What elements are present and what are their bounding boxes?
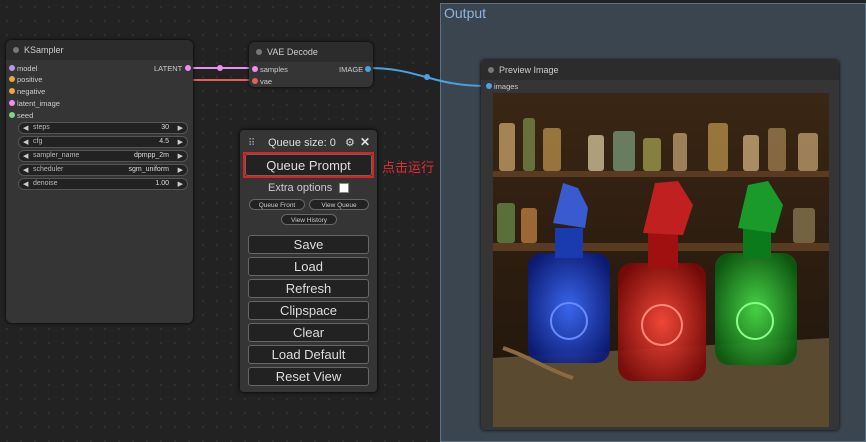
save-button[interactable]: Save — [248, 235, 369, 254]
generated-image-art — [493, 93, 829, 427]
model-slot-dot[interactable] — [9, 65, 15, 71]
gear-icon[interactable]: ⚙ — [345, 136, 355, 149]
decrement-icon[interactable]: ◀ — [23, 138, 28, 146]
widget-label: denoise — [33, 180, 58, 187]
widget-label: scheduler — [33, 166, 64, 173]
image-output-dot[interactable] — [365, 66, 371, 72]
input-model: model — [17, 64, 38, 73]
input-samples: samples — [260, 65, 288, 74]
latent-output-dot[interactable] — [185, 65, 191, 71]
load-default-button[interactable]: Load Default — [248, 345, 369, 364]
decrement-icon[interactable]: ◀ — [23, 124, 28, 132]
scheduler-widget[interactable]: ◀ scheduler sgm_uniform ▶ — [18, 164, 188, 176]
samples-slot-dot[interactable] — [252, 66, 258, 72]
reset-view-button[interactable]: Reset View — [248, 367, 369, 386]
images-slot-dot[interactable] — [486, 83, 492, 89]
decrement-icon[interactable]: ◀ — [23, 166, 28, 174]
refresh-button[interactable]: Refresh — [248, 279, 369, 298]
sampler-name-widget[interactable]: ◀ sampler_name dpmpp_2m ▶ — [18, 150, 188, 162]
run-annotation: 点击运行 — [382, 160, 435, 175]
denoise-widget[interactable]: ◀ denoise 1.00 ▶ — [18, 178, 188, 190]
seed-slot-dot[interactable] — [9, 112, 15, 118]
input-seed: seed — [17, 111, 34, 120]
preview-title: Preview Image — [481, 60, 839, 80]
increment-icon[interactable]: ▶ — [178, 138, 183, 146]
output-latent: LATENT — [154, 64, 183, 73]
widget-label: sampler_name — [33, 152, 80, 159]
input-vae: vae — [260, 77, 273, 86]
load-button[interactable]: Load — [248, 257, 369, 276]
negative-slot-dot[interactable] — [9, 88, 15, 94]
queue-front-button[interactable]: Queue Front — [249, 199, 305, 210]
widget-value: 1.00 — [155, 180, 169, 187]
steps-widget[interactable]: ◀ steps 30 ▶ — [18, 122, 188, 134]
decrement-icon[interactable]: ◀ — [23, 180, 28, 188]
cfg-widget[interactable]: ◀ cfg 4.5 ▶ — [18, 136, 188, 148]
widget-label: steps — [33, 124, 50, 131]
widget-value: sgm_uniform — [128, 166, 169, 173]
increment-icon[interactable]: ▶ — [178, 166, 183, 174]
increment-icon[interactable]: ▶ — [178, 180, 183, 188]
extra-options-checkbox[interactable] — [339, 183, 349, 193]
input-negative: negative — [17, 87, 46, 96]
queue-size: Queue size: 0 — [268, 137, 336, 149]
increment-icon[interactable]: ▶ — [178, 152, 183, 160]
output-image: IMAGE — [339, 65, 364, 74]
view-queue-button[interactable]: View Queue — [309, 199, 369, 210]
vae-slot-dot[interactable] — [252, 78, 258, 84]
extra-options-label: Extra options — [268, 182, 333, 194]
input-latent-image: latent_image — [17, 99, 60, 108]
increment-icon[interactable]: ▶ — [178, 124, 183, 132]
group-title: Output — [444, 5, 487, 21]
ksampler-node[interactable]: KSampler model positive negative latent_… — [6, 40, 193, 323]
decrement-icon[interactable]: ◀ — [23, 152, 28, 160]
input-positive: positive — [17, 75, 43, 84]
ksampler-title: KSampler — [6, 40, 193, 60]
widget-value: 30 — [161, 124, 169, 131]
view-history-button[interactable]: View History — [281, 214, 337, 225]
positive-slot-dot[interactable] — [9, 76, 15, 82]
input-images: images — [494, 82, 519, 91]
widget-label: cfg — [33, 138, 43, 145]
drag-handle-icon[interactable]: ⠿ — [248, 138, 255, 149]
vae-decode-node[interactable]: VAE Decode samples vae IMAGE — [249, 42, 373, 87]
highlight-box — [243, 152, 374, 178]
queue-menu: ⠿ Queue size: 0 ⚙ ✕ Queue Prompt Extra o… — [240, 130, 377, 392]
latent-image-slot-dot[interactable] — [9, 100, 15, 106]
clear-button[interactable]: Clear — [248, 323, 369, 342]
vae-decode-title: VAE Decode — [249, 42, 373, 62]
clipspace-button[interactable]: Clipspace — [248, 301, 369, 320]
preview-image — [493, 93, 829, 427]
widget-value: dpmpp_2m — [133, 152, 169, 159]
preview-image-node[interactable]: Preview Image images — [481, 60, 839, 430]
widget-value: 4.5 — [159, 138, 169, 145]
close-icon[interactable]: ✕ — [360, 135, 370, 149]
